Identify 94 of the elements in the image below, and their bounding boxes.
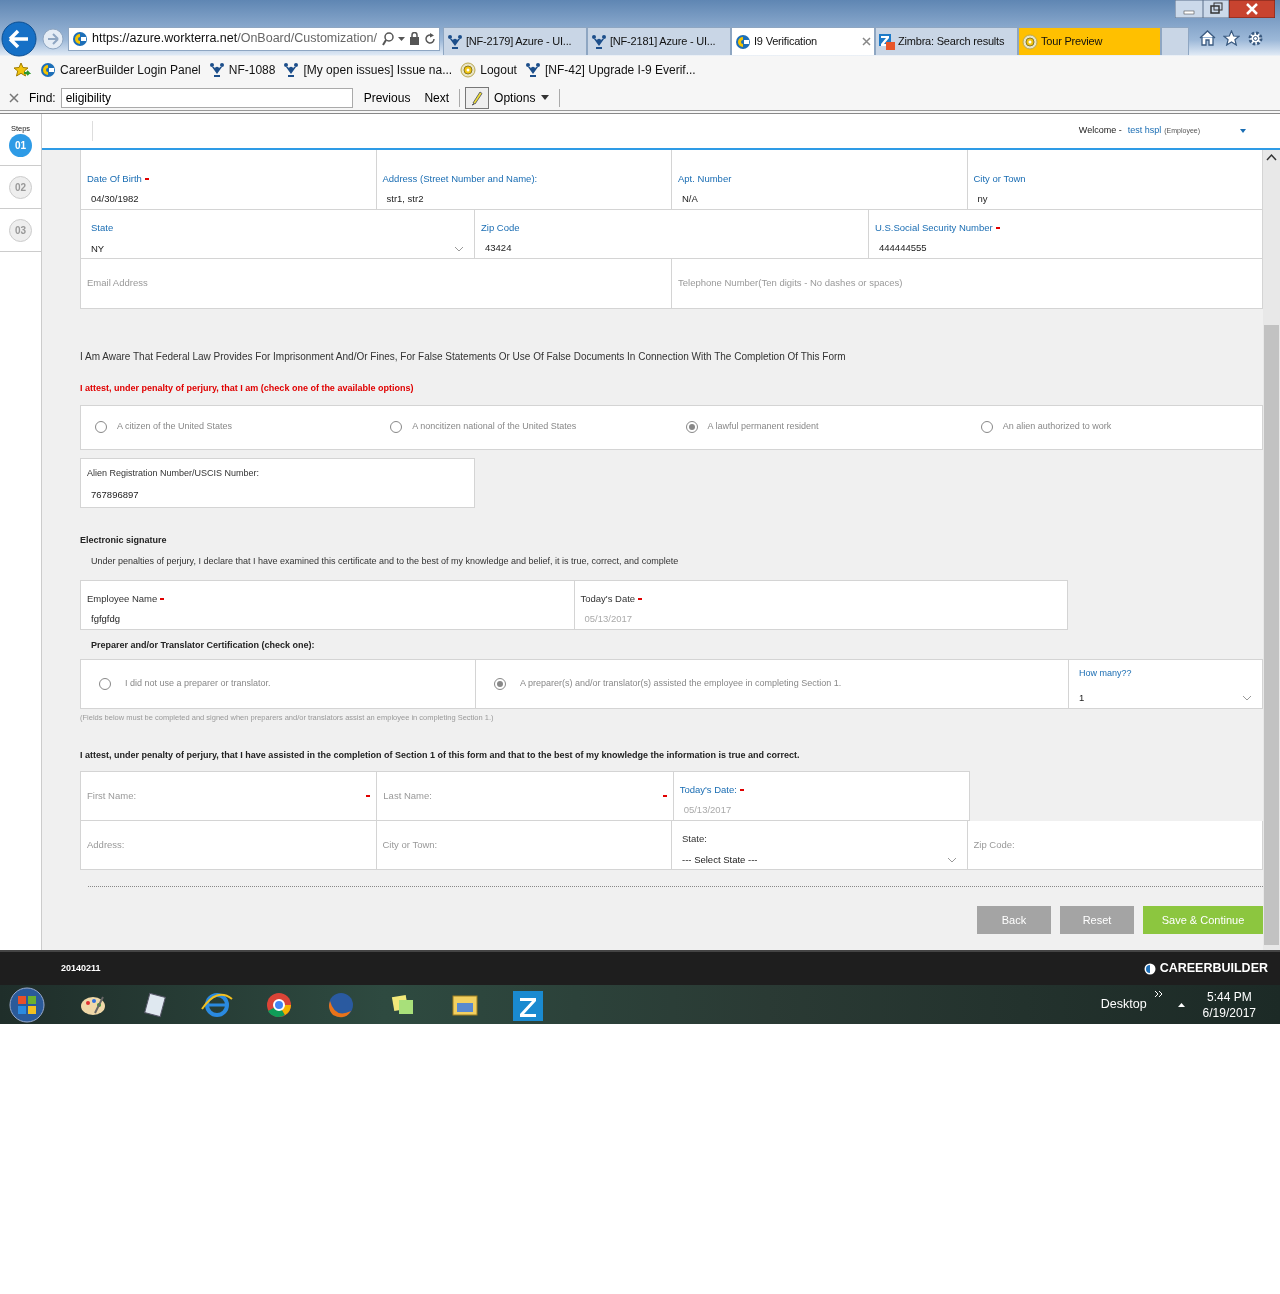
browser-tab[interactable]: Tour Preview [1018, 27, 1161, 55]
field-label: Zip Code [481, 222, 520, 233]
address-bar[interactable]: https://azure.workterra.net/OnBoard/Customization/ [68, 26, 440, 51]
field-value[interactable]: 04/30/1982 [87, 192, 370, 207]
declaration-text: Under penalties of perjury, I declare that I have examined this certificate and to the best of my knowledge and belief, it is true, correct, and complete [91, 555, 680, 568]
c-logo-icon [735, 33, 751, 50]
field-label: City or Town [973, 173, 1026, 184]
caret-icon [541, 95, 550, 100]
favorites-star-icon[interactable] [14, 62, 32, 78]
field-label: Apt. Number [678, 173, 732, 184]
field-value[interactable]: N/A [678, 192, 961, 207]
version-text: 20140211 [61, 961, 101, 975]
home-icon[interactable] [1199, 30, 1216, 46]
close-icon[interactable] [9, 92, 19, 103]
field-label: Today's Date [580, 592, 636, 604]
up-triangle-icon[interactable] [1177, 1002, 1185, 1007]
radio-button[interactable] [685, 421, 698, 433]
desktop-label[interactable]: Desktop [1100, 995, 1147, 1014]
c-logo-icon [1143, 962, 1156, 975]
c-logo-icon [72, 30, 88, 47]
notice-text: I Am Aware That Federal Law Provides For Imprisonment And/Or Fines, For False Statements Or Use Of False Documents In Connection With The Completion Of This Form [80, 350, 847, 364]
state-select[interactable]: NY [87, 242, 468, 257]
clock[interactable]: 5:44 PM 6/19/2017 [1202, 988, 1256, 1021]
user-name[interactable]: test hspl [1127, 124, 1162, 138]
restore-icon[interactable] [1203, 0, 1229, 18]
field-label: Employee Name [87, 592, 158, 604]
jester-icon [283, 62, 300, 78]
highlighter-icon[interactable] [465, 86, 490, 109]
start-orb-icon[interactable] [7, 986, 47, 1023]
section-title: Preparer and/or Translator Certification (check one): [91, 638, 316, 652]
close-icon[interactable] [1229, 0, 1275, 18]
scroll-bar[interactable] [1263, 150, 1280, 950]
browser-tab[interactable]: [NF-2181] Azure - UI... [587, 27, 731, 55]
chevrons-icon[interactable] [1154, 991, 1163, 997]
target-icon [460, 62, 477, 78]
refresh-icon [424, 32, 436, 45]
find-field[interactable]: eligibility [60, 87, 353, 108]
option-label[interactable]: A citizen of the United States [117, 420, 233, 434]
careerbuilder-logo: CAREERBUILDER [1159, 960, 1268, 978]
browser-tab[interactable]: I9 Verification [731, 27, 875, 55]
search-icon [382, 31, 394, 46]
field-value[interactable]: 43424 [481, 241, 862, 256]
favorite-link[interactable]: NF-1088 [208, 61, 276, 79]
welcome-label: Welcome - [1078, 124, 1122, 138]
options-button[interactable]: Options [494, 88, 550, 107]
section-title: Electronic signature [80, 533, 168, 547]
field-value[interactable]: fgfgfdg [87, 611, 568, 626]
radio-button[interactable] [980, 421, 993, 433]
option-label[interactable]: An alien authorized to work [1002, 420, 1112, 434]
caret-icon[interactable] [1240, 129, 1246, 133]
find-label: Find: [29, 89, 56, 107]
star-icon[interactable] [1223, 30, 1240, 46]
zimbra-icon [879, 33, 895, 50]
attestation-text: I attest, under penalty of perjury, that I have assisted in the completion of Section 1 of this form and that to the best of my knowledge the information is true and correct. [80, 749, 801, 763]
option-label[interactable]: I did not use a preparer or translator. [125, 677, 271, 691]
chevron-down-icon [1242, 694, 1252, 701]
field-label: Date Of Birth [87, 173, 142, 184]
radio-button[interactable] [99, 678, 111, 690]
field-label: Alien Registration Number/USCIS Number: [87, 466, 261, 480]
settings-icon[interactable] [1247, 30, 1264, 47]
radio-button[interactable] [95, 421, 107, 433]
browser-tab[interactable]: [NF-2179] Azure - UI... [443, 27, 587, 55]
jester-icon [524, 62, 541, 78]
field-value[interactable]: 444444555 [875, 241, 1256, 256]
target-icon [1022, 33, 1038, 50]
jester-icon [447, 33, 463, 50]
lock-icon [409, 32, 420, 45]
field-label: State [91, 222, 114, 233]
dropdown-icon [398, 36, 405, 41]
favorite-link[interactable]: [NF-42] Upgrade I-9 Everif... [524, 61, 696, 79]
field-label: U.S.Social Security Number [875, 222, 993, 233]
option-label[interactable]: A lawful permanent resident [707, 420, 819, 434]
jester-icon [208, 62, 225, 78]
field-label: How many?? [1079, 667, 1133, 680]
field-value[interactable]: 767896897 [87, 488, 468, 503]
field-value[interactable]: str1, str2 [382, 192, 665, 207]
next-button[interactable]: Next [424, 88, 450, 107]
previous-button[interactable]: Previous [363, 88, 411, 107]
radio-button[interactable] [390, 421, 403, 433]
chevron-down-icon [454, 246, 464, 253]
favorite-link[interactable]: [My open issues] Issue na... [283, 61, 453, 79]
count-select[interactable]: 1 [1079, 690, 1252, 705]
favorite-link[interactable]: Logout [460, 61, 517, 79]
radio-button[interactable] [494, 678, 506, 690]
jester-icon [591, 33, 607, 50]
c-logo-icon [40, 62, 56, 78]
close-icon[interactable] [862, 37, 871, 46]
favorite-link[interactable]: CareerBuilder Login Panel [40, 61, 201, 79]
field-value[interactable]: ny [973, 192, 1256, 207]
option-label[interactable]: A noncitizen national of the United States [412, 420, 577, 434]
option-label[interactable]: A preparer(s) and/or translator(s) assisted the employee in completing Section 1. [520, 677, 842, 691]
attestation-text: I attest, under penalty of perjury, that I am (check one of the available options) [80, 382, 415, 395]
field-label: Address (Street Number and Name): [382, 173, 538, 184]
browser-tab[interactable]: Zimbra: Search results [875, 27, 1018, 55]
